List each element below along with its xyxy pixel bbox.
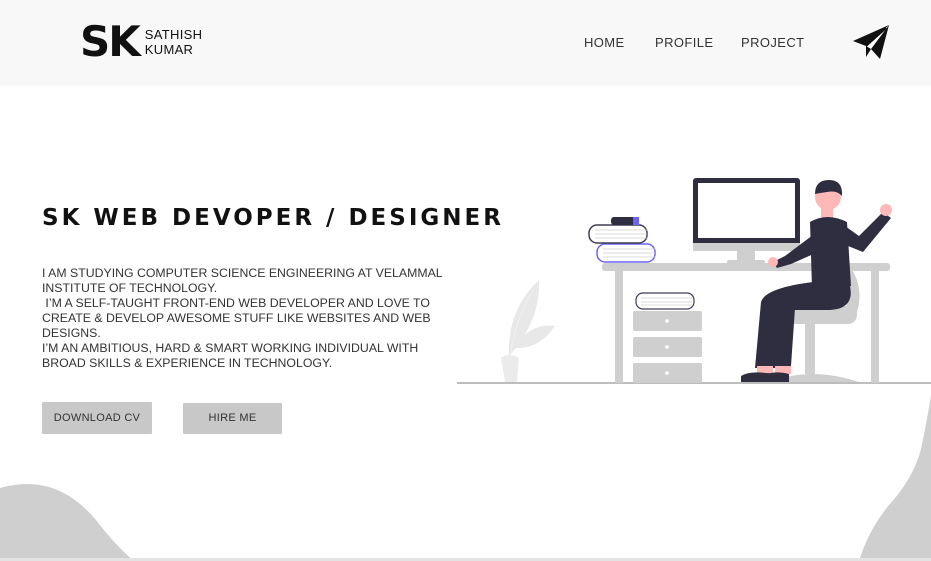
intro-paragraph-1: I AM STUDYING COMPUTER SCIENCE ENGINEERI… — [42, 266, 446, 295]
nav-project-link[interactable]: PROJECT — [741, 35, 804, 50]
download-cv-button[interactable]: DOWNLOAD CV — [42, 402, 152, 434]
intro-text: I AM STUDYING COMPUTER SCIENCE ENGINEERI… — [42, 266, 462, 371]
decorative-wave-left — [0, 484, 134, 561]
plant-illustration — [501, 280, 555, 382]
paper-plane-icon[interactable] — [852, 24, 890, 60]
developer-at-desk-illustration — [457, 178, 931, 384]
nav-profile-link[interactable]: PROFILE — [655, 35, 713, 50]
logo-mark: SK — [80, 17, 141, 66]
site-header: SK SATHISH KUMAR HOME PROFILE PROJECT — [0, 0, 931, 86]
decorative-wave-right — [859, 395, 931, 561]
hire-me-button[interactable]: HIRE ME — [183, 403, 282, 434]
intro-paragraph-3: I’M AN AMBITIOUS, HARD & SMART WORKING I… — [42, 341, 422, 370]
logo[interactable]: SK SATHISH KUMAR — [80, 20, 202, 64]
intro-paragraph-2: I’M A SELF-TAUGHT FRONT-END WEB DEVELOPE… — [42, 296, 434, 340]
logo-first-name: SATHISH — [144, 27, 203, 42]
nav-home-link[interactable]: HOME — [584, 35, 625, 50]
hero-title: SK WEB DEVOPER / DESIGNER — [42, 205, 504, 231]
logo-last-name: KUMAR — [144, 42, 194, 57]
logo-text: SATHISH KUMAR — [145, 27, 202, 57]
